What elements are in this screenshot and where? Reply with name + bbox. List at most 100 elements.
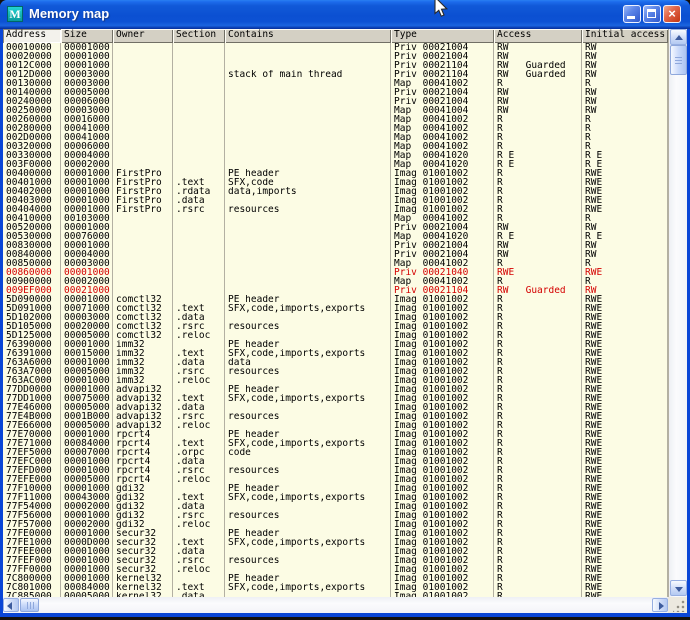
close-button[interactable]: × bbox=[663, 5, 681, 23]
table-row[interactable]: 77EFE000 00005000 rpcrt4 .reloc Imag 010… bbox=[3, 475, 668, 484]
column-header-access[interactable]: Access bbox=[494, 29, 582, 43]
table-row[interactable]: 00010000 00001000 Priv 00021004 RW RW bbox=[3, 43, 668, 52]
column-header-initial-access[interactable]: Initial access bbox=[582, 29, 668, 43]
table-row[interactable]: 76391000 00015000 imm32 .text SFX,code,i… bbox=[3, 349, 668, 358]
table-row[interactable]: 77E66000 00005000 advapi32 .reloc Imag 0… bbox=[3, 421, 668, 430]
table-row[interactable]: 7C800000 00001000 kernel32 PE header Ima… bbox=[3, 574, 668, 583]
horizontal-scrollbar[interactable] bbox=[3, 597, 668, 613]
table-row[interactable]: 77DD1000 00075000 advapi32 .text SFX,cod… bbox=[3, 394, 668, 403]
cell-contains bbox=[225, 124, 391, 133]
table-row[interactable]: 77EFD000 00001000 rpcrt4 .rsrc resources… bbox=[3, 466, 668, 475]
table-row[interactable]: 003F0000 00002000 Map 00041020 R E R E bbox=[3, 160, 668, 169]
cell-access: R bbox=[494, 484, 582, 493]
cell-initial-access: RWE bbox=[582, 178, 668, 187]
table-row[interactable]: 5D102000 00003000 comctl32 .data Imag 01… bbox=[3, 313, 668, 322]
column-header-type[interactable]: Type bbox=[391, 29, 494, 43]
cell-contains bbox=[225, 115, 391, 124]
title-bar[interactable]: M Memory map × bbox=[0, 0, 690, 29]
table-row[interactable]: 00860000 00001000 Priv 00021040 RWE RWE bbox=[3, 268, 668, 277]
scroll-up-button[interactable] bbox=[670, 29, 687, 45]
cell-size: 00005000 bbox=[61, 475, 113, 484]
cell-initial-access: RWE bbox=[582, 205, 668, 214]
table-row[interactable]: 00403000 00001000 FirstPro .data Imag 01… bbox=[3, 196, 668, 205]
column-header-owner[interactable]: Owner bbox=[113, 29, 173, 43]
cell-type: Imag 01001002 bbox=[391, 358, 494, 367]
table-row[interactable]: 7C801000 00084000 kernel32 .text SFX,cod… bbox=[3, 583, 668, 592]
resize-grip[interactable] bbox=[668, 597, 687, 613]
table-row[interactable]: 77E46000 00005000 advapi32 .data Imag 01… bbox=[3, 403, 668, 412]
scroll-down-button[interactable] bbox=[670, 580, 687, 596]
table-row[interactable]: 5D105000 00020000 comctl32 .rsrc resourc… bbox=[3, 322, 668, 331]
table-row[interactable]: 00130000 00003000 Map 00041002 R R bbox=[3, 79, 668, 88]
table-row[interactable]: 77EFC000 00001000 rpcrt4 .data Imag 0100… bbox=[3, 457, 668, 466]
table-row[interactable]: 00330000 00004000 Map 00041020 R E R E bbox=[3, 151, 668, 160]
table-row[interactable]: 763A7000 00005000 imm32 .rsrc resources … bbox=[3, 367, 668, 376]
table-row[interactable]: 5D091000 00071000 comctl32 .text SFX,cod… bbox=[3, 304, 668, 313]
table-row[interactable]: 002D0000 00041000 Map 00041002 R R bbox=[3, 133, 668, 142]
table-row[interactable]: 77F54000 00002000 gdi32 .data Imag 01001… bbox=[3, 502, 668, 511]
table-row[interactable]: 77F11000 00043000 gdi32 .text SFX,code,i… bbox=[3, 493, 668, 502]
table-row[interactable]: 00840000 00004000 Priv 00021004 RW RW bbox=[3, 250, 668, 259]
table-row[interactable]: 00520000 00001000 Priv 00021004 RW RW bbox=[3, 223, 668, 232]
table-row[interactable]: 763A6000 00001000 imm32 .data data Imag … bbox=[3, 358, 668, 367]
table-row[interactable]: 763AC000 00001000 imm32 .reloc Imag 0100… bbox=[3, 376, 668, 385]
scroll-right-button[interactable] bbox=[652, 598, 668, 612]
column-header-section[interactable]: Section bbox=[173, 29, 225, 43]
cell-initial-access: RWE bbox=[582, 565, 668, 574]
table-row[interactable]: 0012D000 00003000 stack of main thread P… bbox=[3, 70, 668, 79]
vertical-scrollbar[interactable] bbox=[668, 29, 687, 597]
cell-initial-access: RWE bbox=[582, 439, 668, 448]
table-row[interactable]: 00401000 00001000 FirstPro .text SFX,cod… bbox=[3, 178, 668, 187]
table-row[interactable]: 0012C000 00001000 Priv 00021104 RW Guard… bbox=[3, 61, 668, 70]
table-row[interactable]: 77F10000 00001000 gdi32 PE header Imag 0… bbox=[3, 484, 668, 493]
cell-address: 77DD0000 bbox=[3, 385, 61, 394]
table-row[interactable]: 77E70000 00001000 rpcrt4 PE header Imag … bbox=[3, 430, 668, 439]
cell-section bbox=[173, 286, 225, 295]
table-row[interactable]: 00530000 00076000 Map 00041020 R E R E bbox=[3, 232, 668, 241]
table-row[interactable]: 77F56000 00001000 gdi32 .rsrc resources … bbox=[3, 511, 668, 520]
table-row[interactable]: 00900000 00002000 Map 00041002 R R bbox=[3, 277, 668, 286]
table-row[interactable]: 00850000 00003000 Map 00041002 R R bbox=[3, 259, 668, 268]
cell-address: 00410000 bbox=[3, 214, 61, 223]
table-row[interactable]: 009EF000 00021000 Priv 00021104 RW Guard… bbox=[3, 286, 668, 295]
table-row[interactable]: 77FE0000 00001000 secur32 PE header Imag… bbox=[3, 529, 668, 538]
table-row[interactable]: 00020000 00001000 Priv 00021004 RW RW bbox=[3, 52, 668, 61]
scroll-left-button[interactable] bbox=[3, 598, 19, 612]
table-row[interactable]: 77E71000 00084000 rpcrt4 .text SFX,code,… bbox=[3, 439, 668, 448]
maximize-button[interactable] bbox=[643, 5, 661, 23]
column-header-contains[interactable]: Contains bbox=[225, 29, 391, 43]
table-row[interactable]: 77FEE000 00001000 secur32 .data Imag 010… bbox=[3, 547, 668, 556]
cell-contains bbox=[225, 547, 391, 556]
table-row[interactable]: 77FEF000 00001000 secur32 .rsrc resource… bbox=[3, 556, 668, 565]
column-header-address[interactable]: Address bbox=[3, 29, 61, 43]
table-row[interactable]: 77E4B000 0001B000 advapi32 .rsrc resourc… bbox=[3, 412, 668, 421]
cell-access: R bbox=[494, 547, 582, 556]
cell-address: 77F57000 bbox=[3, 520, 61, 529]
horizontal-scroll-thumb[interactable] bbox=[20, 598, 39, 612]
cell-section: .rsrc bbox=[173, 412, 225, 421]
table-row[interactable]: 00280000 00041000 Map 00041002 R R bbox=[3, 124, 668, 133]
table-row[interactable]: 00240000 00006000 Priv 00021004 RW RW bbox=[3, 97, 668, 106]
table-row[interactable]: 00410000 00103000 Map 00041002 R R bbox=[3, 214, 668, 223]
table-row[interactable]: 77DD0000 00001000 advapi32 PE header Ima… bbox=[3, 385, 668, 394]
cell-owner: gdi32 bbox=[113, 493, 173, 502]
minimize-button[interactable] bbox=[623, 5, 641, 23]
table-row[interactable]: 00260000 00016000 Map 00041002 R R bbox=[3, 115, 668, 124]
table-row[interactable]: 5D090000 00001000 comctl32 PE header Ima… bbox=[3, 295, 668, 304]
table-row[interactable]: 76390000 00001000 imm32 PE header Imag 0… bbox=[3, 340, 668, 349]
table-row[interactable]: 77EF5000 00007000 rpcrt4 .orpc code Imag… bbox=[3, 448, 668, 457]
table-row[interactable]: 5D125000 00005000 comctl32 .reloc Imag 0… bbox=[3, 331, 668, 340]
table-row[interactable]: 00140000 00005000 Priv 00021004 RW RW bbox=[3, 88, 668, 97]
table-row[interactable]: 00402000 00001000 FirstPro .rdata data,i… bbox=[3, 187, 668, 196]
vertical-scroll-thumb[interactable] bbox=[670, 45, 687, 75]
table-row[interactable]: 77FE1000 0000D000 secur32 .text SFX,code… bbox=[3, 538, 668, 547]
table-row[interactable]: 00400000 00001000 FirstPro PE header Ima… bbox=[3, 169, 668, 178]
table-row[interactable]: 00320000 00006000 Map 00041002 R R bbox=[3, 142, 668, 151]
table-row[interactable]: 77F57000 00002000 gdi32 .reloc Imag 0100… bbox=[3, 520, 668, 529]
table-row[interactable]: 00830000 00001000 Priv 00021004 RW RW bbox=[3, 241, 668, 250]
table-row[interactable]: 77FF0000 00001000 secur32 .reloc Imag 01… bbox=[3, 565, 668, 574]
table-row[interactable]: 00404000 00001000 FirstPro .rsrc resourc… bbox=[3, 205, 668, 214]
column-header-size[interactable]: Size bbox=[61, 29, 113, 43]
table-row[interactable]: 00250000 00003000 Map 00041004 RW RW bbox=[3, 106, 668, 115]
cell-size: 00001000 bbox=[61, 565, 113, 574]
